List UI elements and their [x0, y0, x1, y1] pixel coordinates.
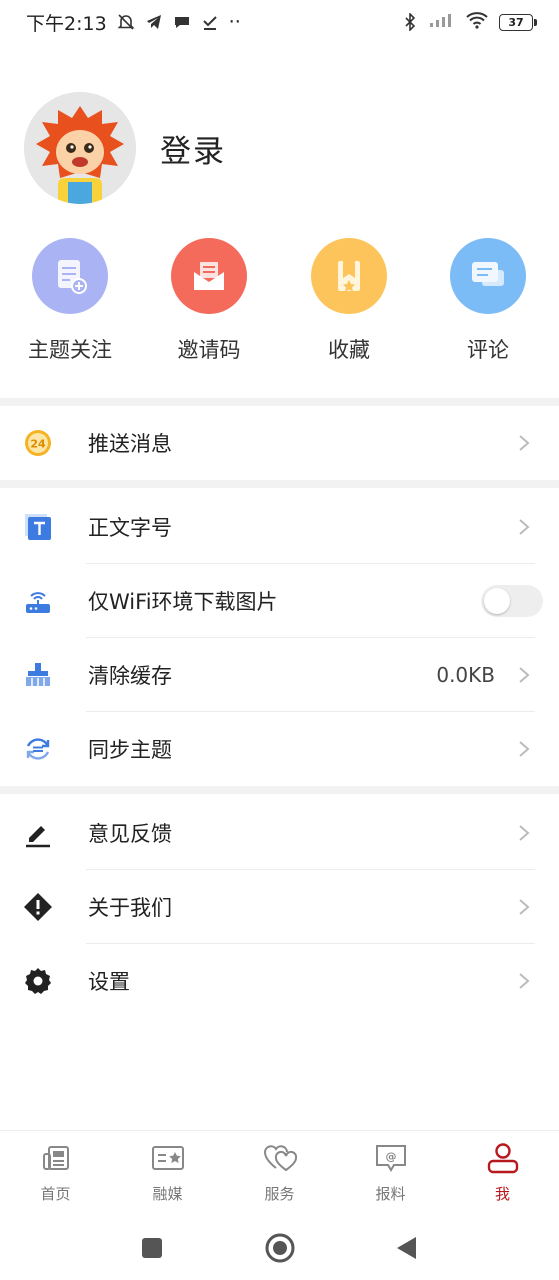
chevron-right-icon [517, 971, 531, 991]
mute-bell-icon [117, 13, 135, 31]
menu-label: 关于我们 [88, 896, 172, 920]
chevron-right-icon [517, 665, 531, 685]
tab-label: 我 [494, 1185, 510, 1203]
bottom-tab-bar: 首页 融媒 服务 @ 报料 我 [0, 1130, 559, 1216]
tab-label: 融媒 [152, 1185, 183, 1203]
router-icon [22, 585, 54, 617]
chat-bubble-icon [450, 238, 526, 314]
user-icon [485, 1141, 521, 1175]
shortcut-favorites[interactable]: 收藏 [279, 238, 419, 364]
status-bar: 下午2:13 ·· 37 [0, 0, 559, 44]
tab-services[interactable]: 服务 [224, 1141, 335, 1204]
push-badge-text: 24 [30, 438, 46, 451]
signal-icon [429, 11, 455, 34]
mail-open-icon [171, 238, 247, 314]
tab-label: 报料 [375, 1185, 406, 1203]
text-size-icon [22, 511, 54, 543]
system-navigation-bar [0, 1216, 559, 1280]
menu-wifi-only-images: 仅WiFi环境下载图片 [0, 564, 559, 638]
shortcut-label: 评论 [467, 338, 509, 362]
shortcut-grid: 主题关注 邀请码 收藏 评论 [0, 238, 559, 368]
svg-text:@: @ [385, 1150, 396, 1163]
document-add-icon [32, 238, 108, 314]
tab-tipoff[interactable]: @ 报料 [335, 1141, 446, 1204]
menu-label: 意见反馈 [88, 822, 172, 846]
hearts-icon [262, 1141, 298, 1175]
menu-label: 推送消息 [88, 432, 172, 456]
at-message-icon: @ [373, 1141, 409, 1175]
chevron-right-icon [517, 823, 531, 843]
menu-label: 设置 [88, 970, 130, 994]
chevron-right-icon [517, 517, 531, 537]
back-button[interactable] [388, 1230, 424, 1266]
media-card-icon [150, 1141, 186, 1175]
menu-about-us[interactable]: 关于我们 [0, 870, 559, 944]
tab-label: 服务 [264, 1185, 295, 1203]
shortcut-invite-code[interactable]: 邀请码 [139, 238, 279, 364]
section-divider [0, 786, 559, 794]
bluetooth-icon [401, 12, 419, 32]
chat-icon [173, 13, 191, 31]
telegram-icon [145, 13, 163, 31]
wifi-icon [465, 11, 489, 34]
tab-me[interactable]: 我 [447, 1141, 558, 1204]
shortcut-comments[interactable]: 评论 [418, 238, 558, 364]
menu-clear-cache[interactable]: 清除缓存 0.0KB [0, 638, 559, 712]
shortcut-label: 邀请码 [177, 338, 241, 362]
menu-label: 正文字号 [88, 516, 172, 540]
cache-size-value: 0.0KB [436, 663, 495, 687]
chevron-right-icon [517, 433, 531, 453]
bookmark-icon [311, 238, 387, 314]
menu-sync-theme[interactable]: 同步主题 [0, 712, 559, 786]
gear-icon [22, 965, 54, 997]
status-more-dots: ·· [228, 11, 241, 33]
pencil-icon [22, 817, 54, 849]
chevron-right-icon [517, 897, 531, 917]
section-divider [0, 480, 559, 488]
avatar[interactable] [24, 92, 136, 204]
section-divider [0, 398, 559, 406]
tab-home[interactable]: 首页 [0, 1141, 111, 1204]
menu-label: 同步主题 [88, 738, 172, 762]
tab-label: 首页 [40, 1185, 71, 1203]
status-time: 下午2:13 [26, 12, 107, 35]
shortcut-label: 收藏 [328, 338, 370, 362]
login-label[interactable]: 登录 [160, 126, 226, 171]
sync-icon [22, 733, 54, 765]
recent-apps-button[interactable] [134, 1230, 170, 1266]
warning-diamond-icon [22, 891, 54, 923]
menu-feedback[interactable]: 意见反馈 [0, 796, 559, 870]
menu-label: 清除缓存 [88, 664, 172, 688]
toggle-knob [484, 588, 510, 614]
chevron-right-icon [517, 739, 531, 759]
wifi-only-toggle[interactable] [481, 585, 543, 617]
profile-header[interactable]: 登录 [24, 92, 226, 204]
shortcut-label: 主题关注 [28, 338, 112, 362]
menu-push-messages[interactable]: 24 推送消息 [0, 406, 559, 480]
tab-media[interactable]: 融媒 [112, 1141, 223, 1204]
broom-icon [22, 659, 54, 691]
check-download-icon [201, 13, 219, 31]
menu-label: 仅WiFi环境下载图片 [88, 590, 278, 614]
menu-font-size[interactable]: 正文字号 [0, 490, 559, 564]
menu-settings[interactable]: 设置 [0, 944, 559, 1018]
shortcut-topic-follow[interactable]: 主题关注 [0, 238, 140, 364]
battery-indicator: 37 [499, 13, 537, 31]
push-24-icon: 24 [22, 427, 54, 459]
newspaper-icon [38, 1141, 74, 1175]
home-button[interactable] [262, 1230, 298, 1266]
